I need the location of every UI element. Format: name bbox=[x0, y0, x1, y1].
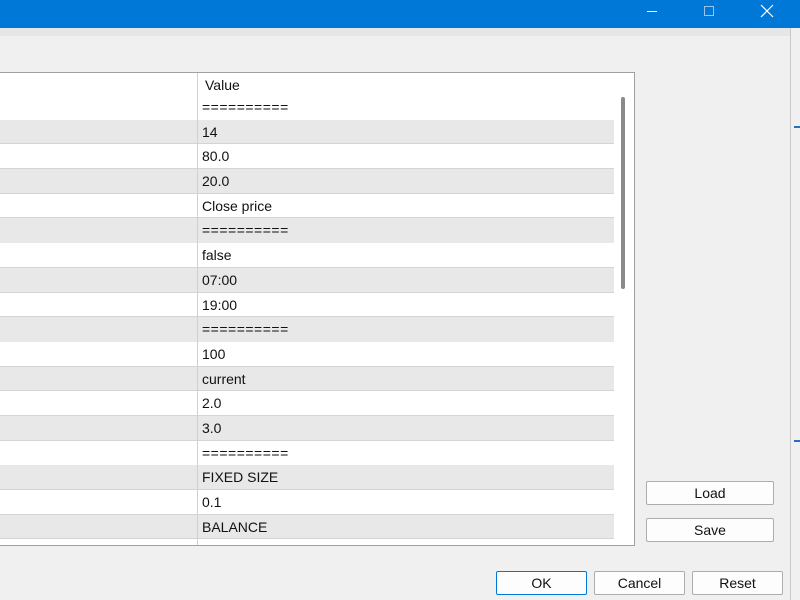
table-row[interactable]: 80.0 bbox=[0, 144, 614, 170]
separator-row[interactable]: ========== bbox=[0, 95, 614, 120]
parameter-value-cell[interactable]: Close price bbox=[202, 198, 272, 214]
parameter-value-cell[interactable]: ========== bbox=[202, 99, 289, 115]
scrollbar-thumb[interactable] bbox=[621, 97, 625, 289]
grid-rows: ========== 14 80.0 20.0 Close price =========… bbox=[0, 95, 614, 540]
parameter-name-cell[interactable] bbox=[0, 441, 197, 466]
separator-row[interactable]: ========== bbox=[0, 317, 614, 342]
dialog-right-edge bbox=[790, 28, 800, 600]
column-divider[interactable] bbox=[197, 73, 198, 545]
edge-marker bbox=[794, 440, 800, 442]
vertical-scrollbar[interactable] bbox=[614, 73, 634, 545]
parameter-value-cell[interactable]: ========== bbox=[202, 321, 289, 337]
table-row[interactable]: false bbox=[0, 243, 614, 268]
table-row[interactable]: 20.0 bbox=[0, 169, 614, 194]
parameter-value-cell[interactable]: FIXED SIZE bbox=[202, 469, 278, 485]
parameter-value-cell[interactable]: 20.0 bbox=[202, 173, 229, 189]
parameter-value-cell[interactable]: 0.1 bbox=[202, 494, 221, 510]
save-button[interactable]: Save bbox=[646, 518, 774, 542]
table-row[interactable]: BALANCE bbox=[0, 514, 614, 540]
parameter-value-cell[interactable]: 3.0 bbox=[202, 420, 221, 436]
cancel-button[interactable]: Cancel bbox=[594, 571, 685, 595]
close-icon bbox=[760, 4, 774, 18]
parameter-name-cell[interactable] bbox=[0, 169, 197, 193]
load-button[interactable]: Load bbox=[646, 481, 774, 505]
parameter-name-cell[interactable] bbox=[0, 416, 197, 440]
parameter-value-cell[interactable]: ========== bbox=[202, 222, 289, 238]
table-row[interactable]: Close price bbox=[0, 194, 614, 219]
parameter-name-cell[interactable] bbox=[0, 342, 197, 366]
table-row[interactable]: FIXED SIZE bbox=[0, 465, 614, 490]
reset-button[interactable]: Reset bbox=[692, 571, 783, 595]
parameter-name-cell[interactable] bbox=[0, 268, 197, 292]
table-row[interactable]: 19:00 bbox=[0, 293, 614, 318]
parameter-name-cell[interactable] bbox=[0, 218, 197, 243]
table-row[interactable]: current bbox=[0, 366, 614, 392]
dialog-top-band bbox=[0, 28, 790, 36]
parameter-name-cell[interactable] bbox=[0, 95, 197, 120]
parameters-grid[interactable]: Value ========== 14 80.0 20.0 Close price ===… bbox=[0, 72, 635, 546]
minimize-button[interactable] bbox=[628, 0, 676, 22]
parameter-name-cell[interactable] bbox=[0, 465, 197, 489]
parameter-value-cell[interactable]: 14 bbox=[202, 124, 218, 140]
minimize-icon bbox=[647, 11, 657, 12]
maximize-button[interactable] bbox=[685, 0, 733, 22]
parameter-name-cell[interactable] bbox=[0, 120, 197, 144]
parameter-name-cell[interactable] bbox=[0, 367, 197, 391]
column-header-value[interactable]: Value bbox=[205, 77, 240, 93]
parameter-value-cell[interactable]: 2.0 bbox=[202, 395, 221, 411]
ok-button[interactable]: OK bbox=[496, 571, 587, 595]
parameter-value-cell[interactable]: 100 bbox=[202, 346, 225, 362]
parameter-value-cell[interactable]: current bbox=[202, 371, 246, 387]
maximize-icon bbox=[704, 6, 714, 16]
separator-row[interactable]: ========== bbox=[0, 218, 614, 244]
edge-marker bbox=[794, 126, 800, 128]
table-row[interactable]: 3.0 bbox=[0, 415, 614, 441]
parameter-name-cell[interactable] bbox=[0, 243, 197, 267]
table-row[interactable]: 07:00 bbox=[0, 267, 614, 293]
separator-row[interactable]: ========== bbox=[0, 441, 614, 466]
parameter-name-cell[interactable] bbox=[0, 317, 197, 342]
close-button[interactable] bbox=[743, 0, 791, 22]
parameter-name-cell[interactable] bbox=[0, 293, 197, 317]
parameter-name-cell[interactable] bbox=[0, 391, 197, 415]
parameter-name-cell[interactable] bbox=[0, 144, 197, 168]
window-titlebar bbox=[0, 0, 800, 28]
parameter-value-cell[interactable]: BALANCE bbox=[202, 519, 267, 535]
grid-header: Value bbox=[0, 73, 614, 97]
table-row[interactable]: 14 bbox=[0, 119, 614, 145]
parameter-name-cell[interactable] bbox=[0, 515, 197, 539]
parameter-value-cell[interactable]: 19:00 bbox=[202, 297, 237, 313]
parameter-value-cell[interactable]: false bbox=[202, 247, 232, 263]
parameter-value-cell[interactable]: ========== bbox=[202, 445, 289, 461]
table-row[interactable]: 100 bbox=[0, 342, 614, 367]
parameter-value-cell[interactable]: 80.0 bbox=[202, 148, 229, 164]
parameter-name-cell[interactable] bbox=[0, 490, 197, 514]
parameter-value-cell[interactable]: 07:00 bbox=[202, 272, 237, 288]
table-row[interactable]: 0.1 bbox=[0, 490, 614, 515]
table-row[interactable]: 2.0 bbox=[0, 391, 614, 416]
parameter-name-cell[interactable] bbox=[0, 194, 197, 218]
